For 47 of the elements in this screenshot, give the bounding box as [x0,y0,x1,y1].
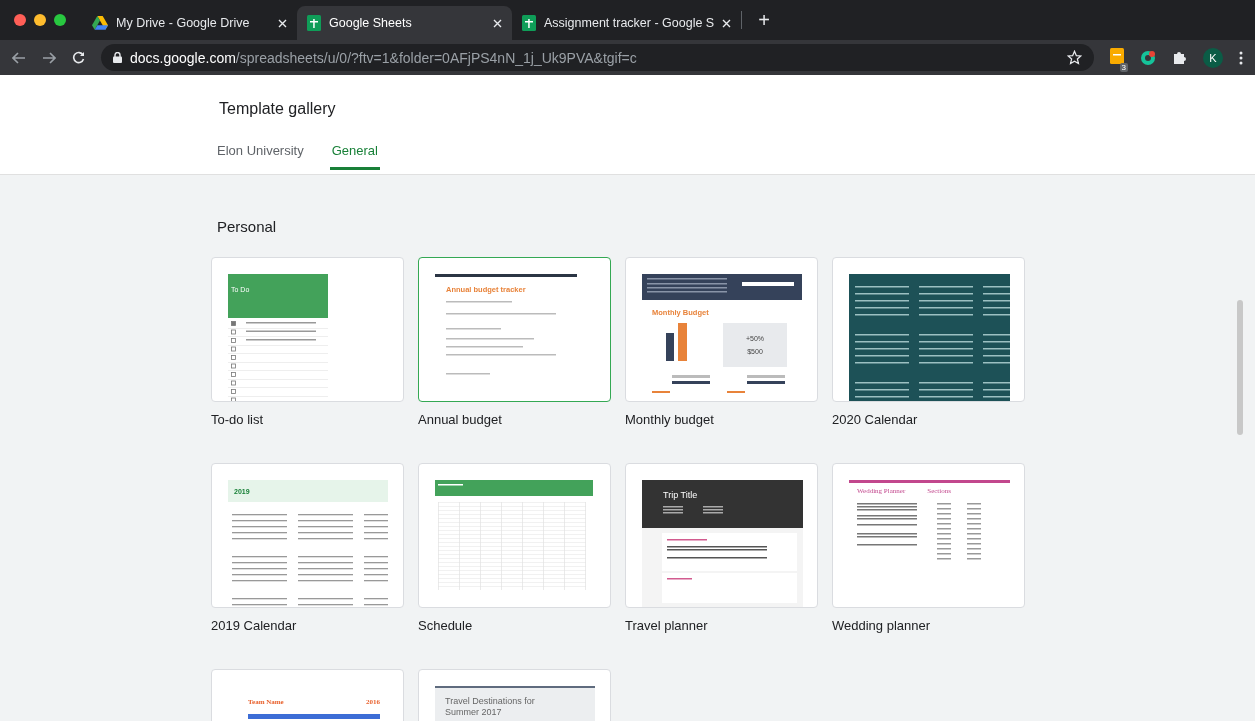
close-icon[interactable] [493,18,502,28]
text-lines-drawing [663,506,723,514]
count-badge: 3 [1119,62,1128,72]
back-icon[interactable] [12,51,26,64]
browser-tab[interactable]: Google Sheets [297,6,512,40]
template-name: Monthly budget [625,412,714,427]
minimize-window-button[interactable] [34,14,46,26]
close-icon[interactable] [278,18,287,28]
template-card[interactable]: Trip Title [625,463,818,608]
forward-icon[interactable] [42,51,56,64]
close-icon[interactable] [722,18,732,28]
menu-icon[interactable] [1239,50,1243,65]
text-lines-drawing [246,322,316,341]
star-icon[interactable] [1067,50,1082,65]
browser-tab[interactable]: Assignment tracker - Google S [512,6,742,40]
scrollbar-thumb[interactable] [1237,300,1243,435]
template-name: 2019 Calendar [211,618,297,633]
sheet-logo-icon [307,15,321,31]
triangle-logo-icon [92,16,108,30]
profile-avatar[interactable]: K [1203,47,1223,68]
circle-extension-icon[interactable] [1140,49,1156,66]
template-name: Wedding planner [832,618,931,633]
template-card[interactable]: Travel Destinations for Summer 2017 [418,669,611,721]
bar-chart-drawing [666,323,687,361]
gallery-tab[interactable]: Elon University [215,143,306,170]
template-card[interactable] [832,257,1025,402]
gallery-title: Template gallery [219,99,336,118]
trip-title: Trip Title [663,490,699,500]
template-name: To-do list [211,412,264,427]
gallery-tab[interactable]: General [329,143,380,170]
close-window-button[interactable] [14,14,26,26]
note-extension-icon[interactable] [1110,47,1124,64]
zoom-window-button[interactable] [54,14,66,26]
url-text: docs.google.com/spreadsheets/u/0/?ftv=1&folder=0AFjPS4nN_1j_Uk9PVA&tgif=c [130,49,638,66]
sheet-logo-icon [522,15,536,31]
template-name: Schedule [418,618,473,633]
section-heading: Personal [217,218,277,235]
doc-title: Travel Destinations for Summer 2017 [445,695,536,719]
browser-tab[interactable]: My Drive - Google Drive [82,6,297,40]
template-name: Travel planner [625,618,708,633]
template-name: 2020 Calendar [832,412,918,427]
template-name: Annual budget [418,412,502,427]
address-bar[interactable]: docs.google.com/spreadsheets/u/0/?ftv=1&folder=0AFjPS4nN_1j_Uk9PVA&tgif=c [101,44,1094,71]
puzzle-icon[interactable] [1172,50,1187,65]
reload-icon[interactable] [72,51,85,64]
lock-icon [113,52,122,63]
new-tab-button[interactable]: + [752,8,776,32]
